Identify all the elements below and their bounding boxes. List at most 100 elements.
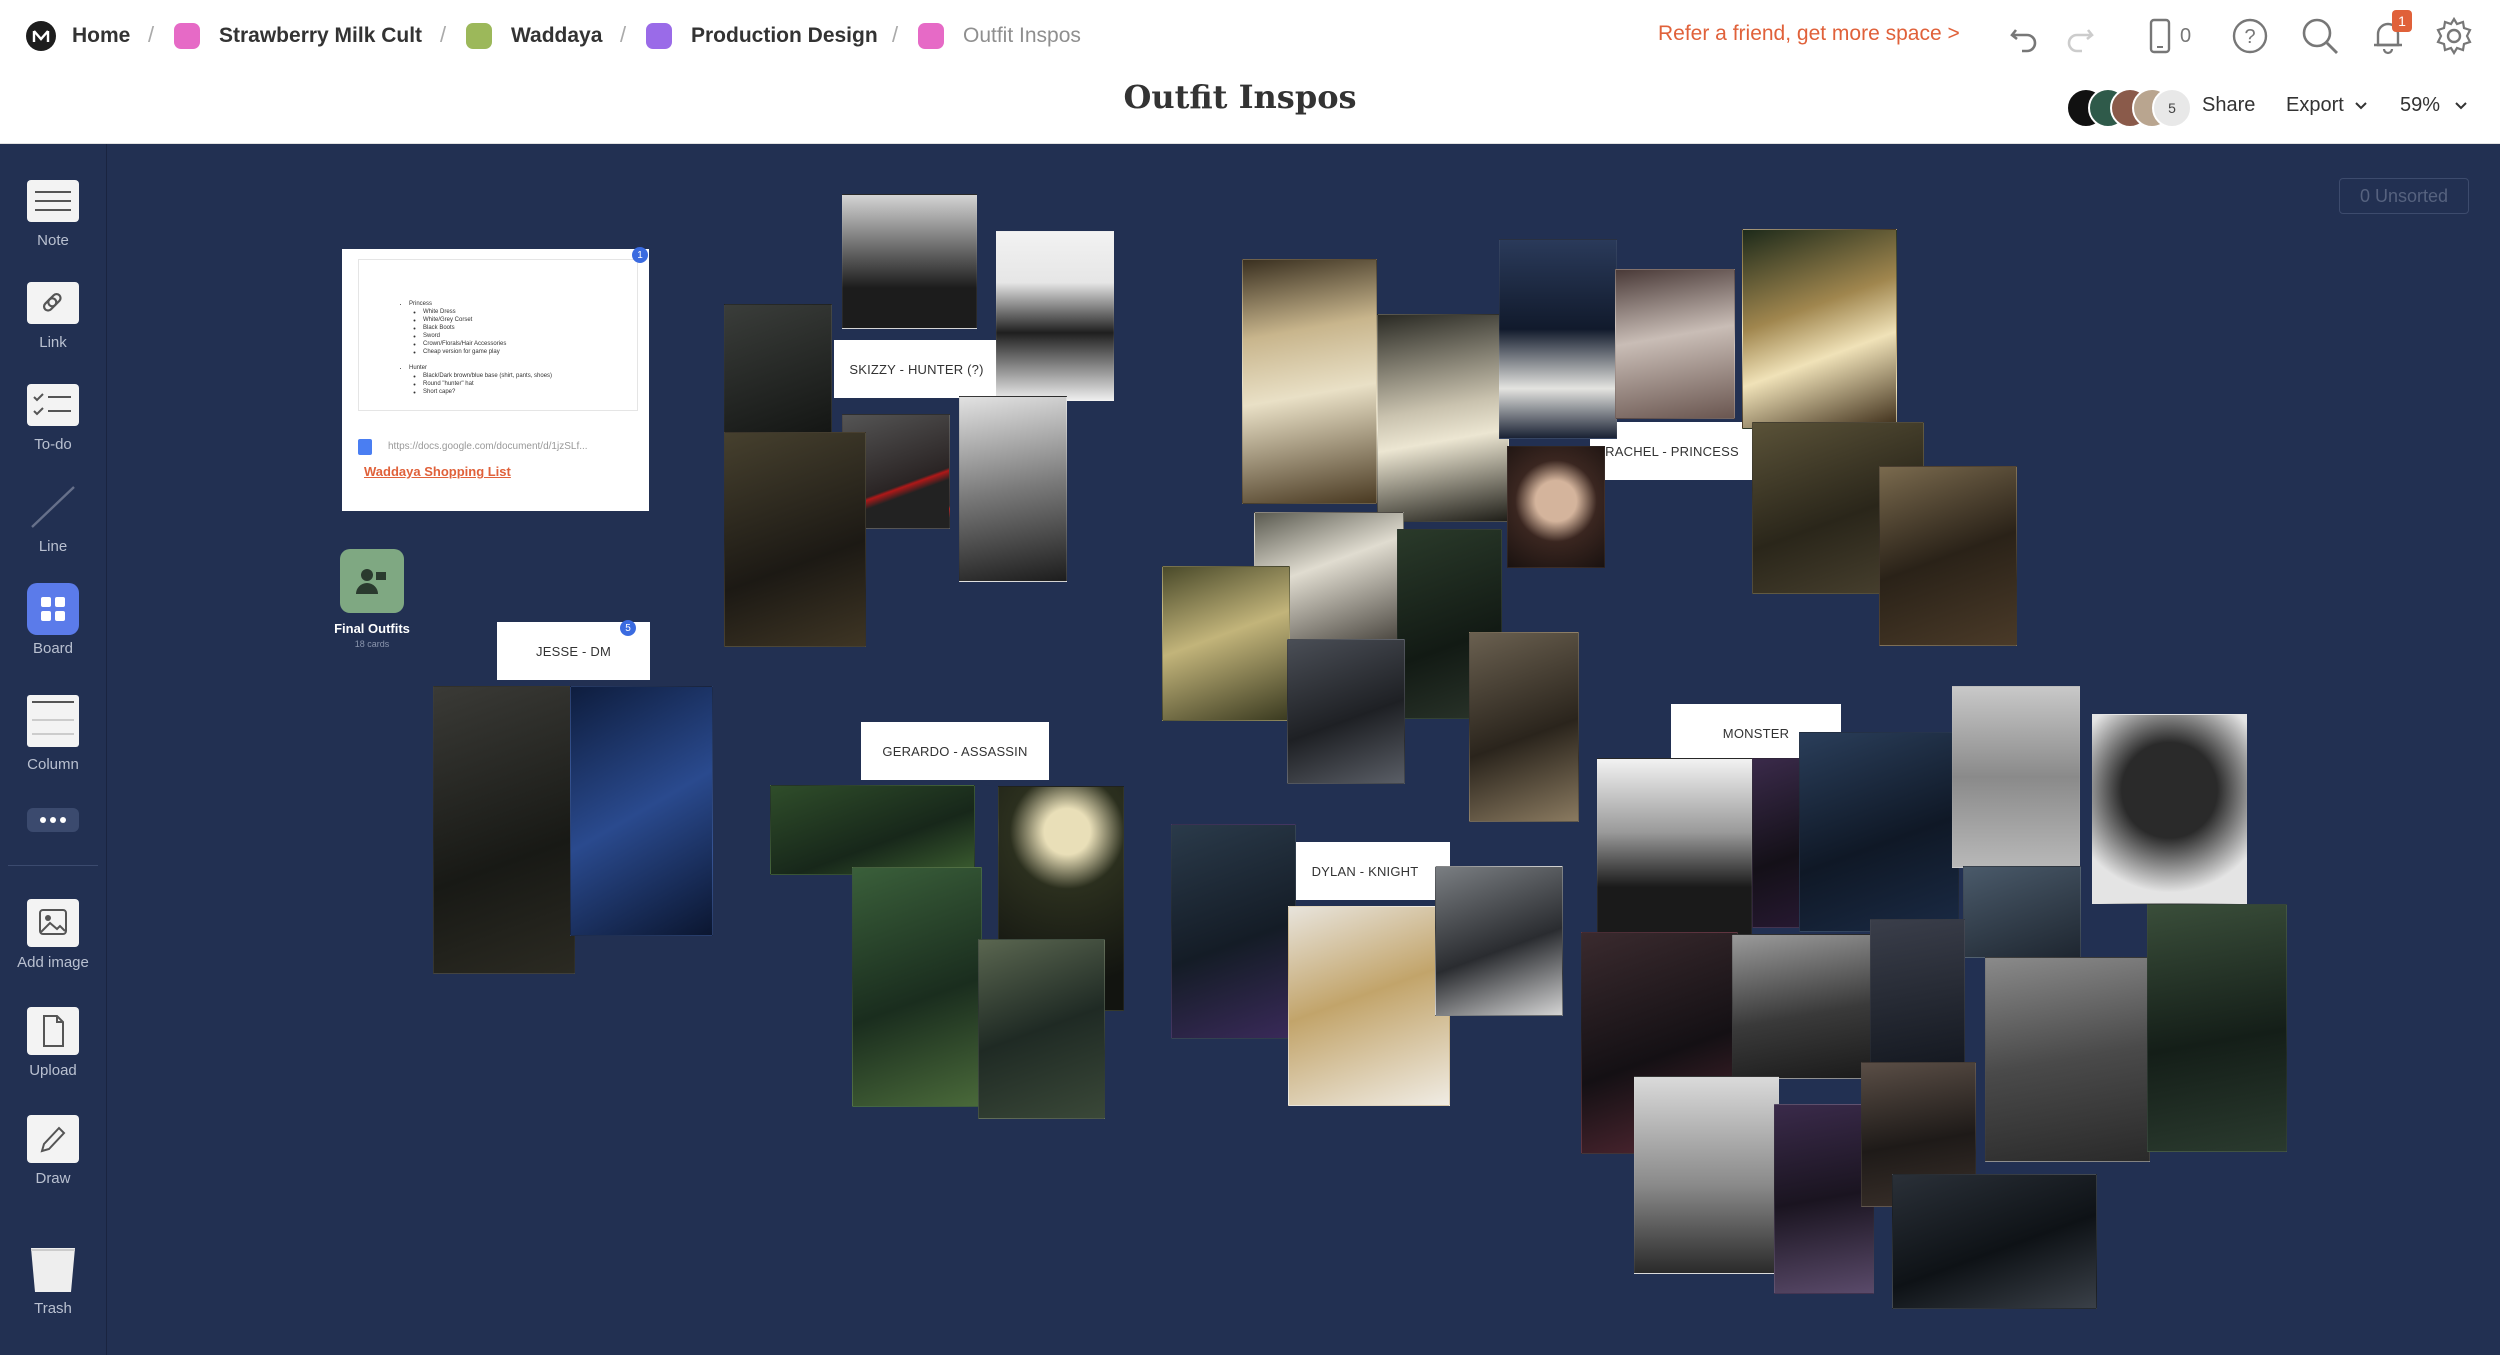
notifications-icon[interactable]: 1 [2368,10,2412,56]
tool-label: Trash [34,1300,72,1317]
image-card[interactable] [1742,229,1897,429]
home-logo-icon [26,21,56,51]
chevron-down-icon [2455,101,2467,109]
collaborator-avatars[interactable]: 5 [2066,88,2192,128]
top-bar: Home / Strawberry Milk Cult / Waddaya / … [0,0,2500,144]
image-card[interactable] [1634,1076,1779,1274]
image-card[interactable] [2147,904,2287,1152]
tool-todo[interactable]: To-do [0,382,106,453]
chevron-down-icon [2355,101,2367,109]
breadcrumb-strawberry-milk-cult[interactable]: Strawberry Milk Cult [174,18,422,54]
image-card[interactable] [724,432,866,647]
image-card[interactable] [1162,566,1290,721]
image-card[interactable] [1242,259,1377,504]
tool-column[interactable]: Column [0,694,106,773]
image-card[interactable] [1879,466,2017,646]
redo-icon[interactable] [2060,16,2100,56]
more-tools-button[interactable] [0,806,106,834]
undo-icon[interactable] [2004,16,2044,56]
help-icon[interactable]: ? [2230,16,2270,56]
zoom-dropdown[interactable]: 59% [2400,94,2468,117]
image-card[interactable] [852,867,982,1107]
tool-label: Note [37,232,69,249]
image-card[interactable] [1799,732,1959,932]
link-title[interactable]: Waddaya Shopping List [364,464,511,479]
unsorted-button[interactable]: 0 Unsorted [2339,178,2469,214]
image-card[interactable] [996,231,1114,401]
export-button[interactable]: Export [2286,94,2368,117]
note-gerardo-assassin[interactable]: GERARDO - ASSASSIN [861,722,1049,780]
breadcrumb-outfit-inspos[interactable]: Outfit Inspos [918,18,1081,54]
image-card[interactable] [1469,632,1579,822]
image-card[interactable] [1952,686,2080,868]
note-dylan-knight[interactable]: DYLAN - KNIGHT [1280,842,1450,900]
image-card[interactable] [842,194,977,329]
doc-preview: Princess White Dress White/Grey Corset B… [358,259,638,411]
breadcrumb-waddaya[interactable]: Waddaya [466,18,602,54]
breadcrumb-home[interactable]: Home [26,18,130,54]
svg-text:?: ? [2244,26,2255,48]
image-card[interactable] [1732,934,1882,1079]
phone-icon [2149,18,2171,54]
comment-badge[interactable]: 5 [620,620,636,636]
image-card[interactable] [770,785,975,875]
tool-line[interactable]: Line [0,484,106,555]
comment-badge[interactable]: 1 [632,247,648,263]
settings-gear-icon[interactable] [2434,16,2474,56]
share-button[interactable]: Share [2202,94,2255,117]
image-card[interactable] [724,304,832,434]
board-canvas[interactable]: 0 Unsorted Princess White Dress White/Gr… [107,144,2500,1355]
tool-label: Board [32,640,74,657]
trash-button[interactable]: Trash [0,1246,106,1317]
image-card[interactable] [1963,866,2081,958]
tool-note[interactable]: Note [0,178,106,249]
board-icon [26,583,80,635]
image-card[interactable] [1499,239,1617,439]
link-url: https://docs.google.com/document/d/1jzSL… [388,441,588,452]
board-people-icon [340,549,404,613]
image-card[interactable] [1288,906,1450,1106]
tool-draw[interactable]: Draw [0,1115,106,1187]
image-card[interactable] [1597,758,1752,943]
board-color-icon [646,23,672,49]
note-skizzy-hunter[interactable]: SKIZZY - HUNTER (?) [834,340,999,398]
image-card[interactable] [570,686,713,936]
image-card[interactable] [1774,1104,1874,1294]
tool-add-image[interactable]: Add image [0,899,106,971]
link-card[interactable]: Princess White Dress White/Grey Corset B… [342,247,649,511]
board-card-count: 18 cards [354,639,390,649]
tool-label: To-do [34,436,72,453]
file-icon [26,1007,80,1055]
pencil-icon [26,1115,80,1163]
image-card[interactable] [978,939,1105,1119]
tool-board[interactable]: Board [0,583,106,657]
tool-link[interactable]: Link [0,280,106,351]
image-card[interactable] [1171,824,1296,1039]
tool-label: Link [39,334,67,351]
breadcrumb-production-design[interactable]: Production Design [646,18,878,54]
image-card[interactable] [1615,269,1735,419]
line-icon [26,484,80,530]
board-card-final-outfits[interactable]: Final Outfits 18 cards [332,549,412,659]
breadcrumb-separator: / [892,22,899,47]
image-card[interactable] [1377,314,1509,522]
image-card[interactable] [2092,714,2247,904]
refer-friend-link[interactable]: Refer a friend, get more space > [1658,22,1960,46]
more-dots-icon [26,806,80,834]
breadcrumb-label: Strawberry Milk Cult [219,24,423,47]
image-card[interactable] [1287,639,1405,784]
export-label: Export [2286,94,2344,116]
tool-upload[interactable]: Upload [0,1007,106,1079]
image-card[interactable] [1985,957,2150,1162]
image-card[interactable] [433,686,575,974]
note-icon [26,178,80,224]
image-card[interactable] [959,396,1067,582]
image-card[interactable] [1507,446,1605,568]
column-icon [26,694,80,748]
breadcrumb-label: Waddaya [511,24,603,47]
device-sync-button[interactable]: 0 [2148,16,2208,56]
search-icon[interactable] [2300,16,2340,56]
board-color-icon [466,23,492,49]
image-card[interactable] [1892,1174,2097,1309]
image-card[interactable] [1435,866,1563,1016]
